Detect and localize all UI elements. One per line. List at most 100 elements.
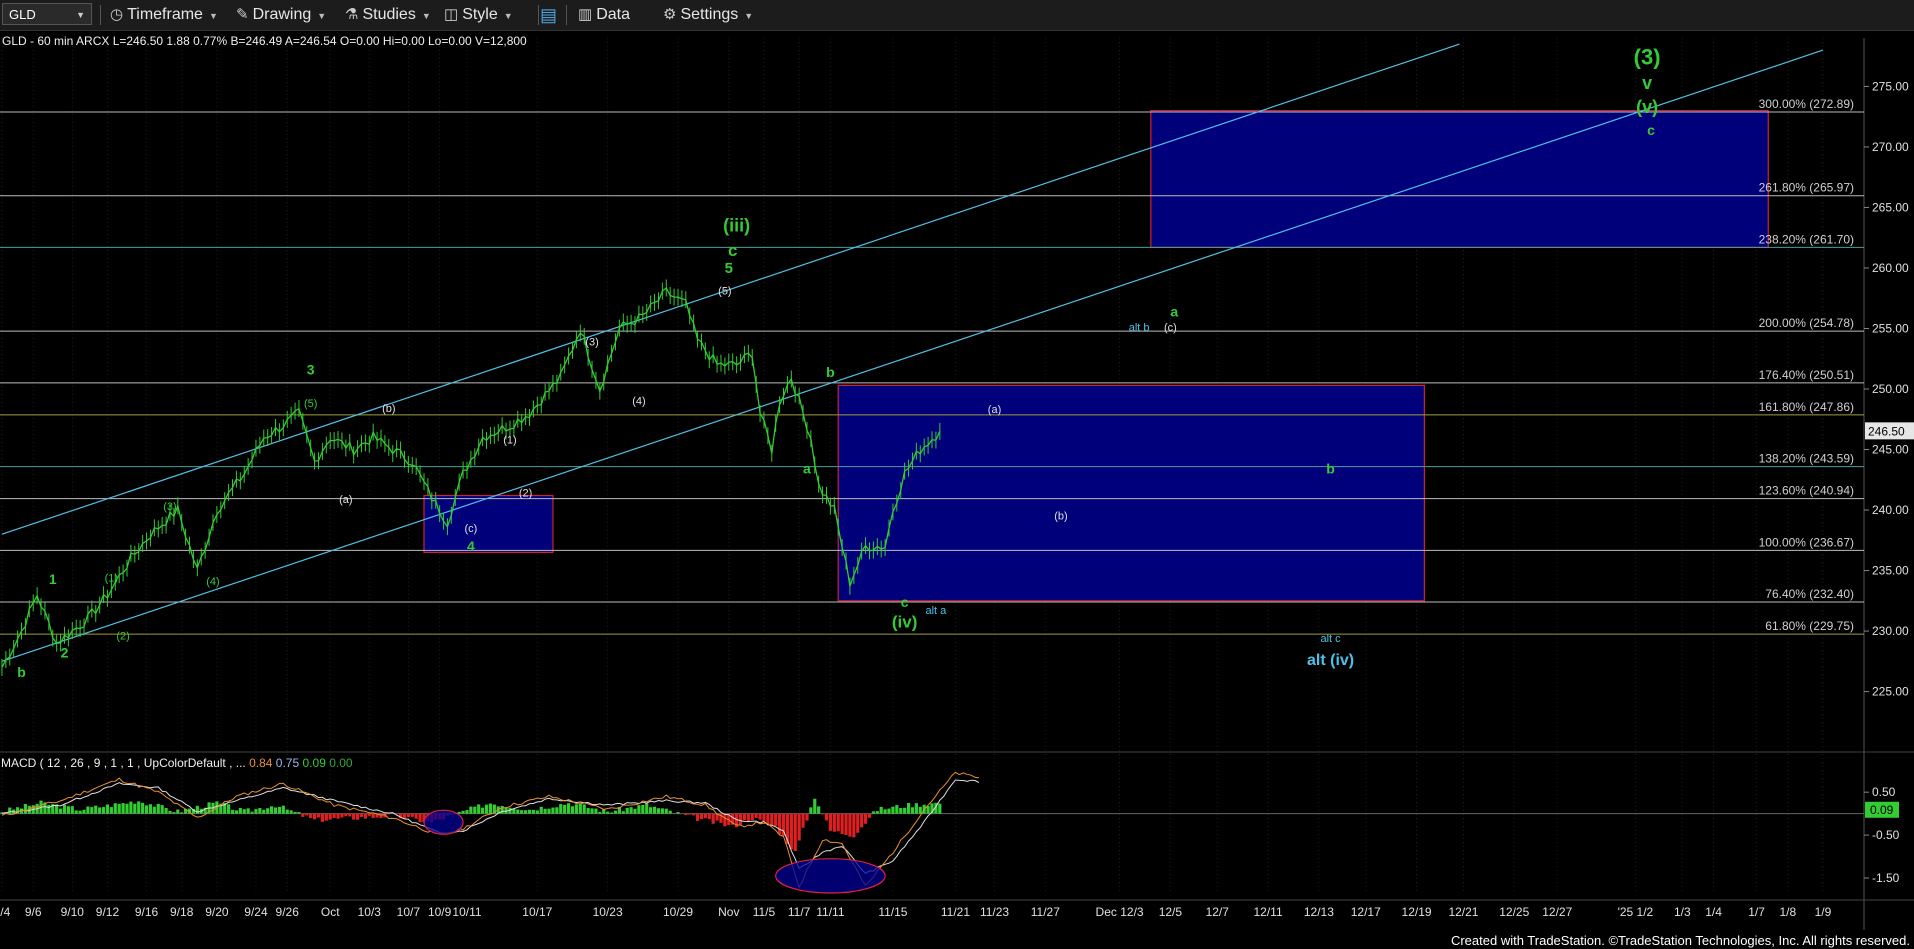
- histogram-bar: [828, 813, 832, 831]
- wave-label: (1): [503, 434, 516, 446]
- x-tick-label: Oct: [321, 905, 340, 919]
- y-tick-label: 270.00: [1872, 140, 1909, 154]
- gear-icon: ⚙: [663, 6, 677, 23]
- histogram-bar: [754, 813, 758, 818]
- histogram-bar: [574, 804, 578, 814]
- histogram-bar: [742, 813, 747, 821]
- histogram-bar: [328, 813, 332, 820]
- toolbar-label: Settings: [680, 6, 739, 23]
- histogram-bar: [289, 810, 293, 814]
- fib-level-label: 261.80% (265.97): [1759, 181, 1854, 195]
- histogram-bar: [371, 813, 375, 819]
- histogram-bar: [789, 813, 793, 850]
- x-tick-label: 11/11: [816, 905, 845, 919]
- toolbar-divider: [100, 5, 101, 25]
- histogram-bar: [8, 807, 12, 814]
- wave-label: 3: [307, 361, 315, 377]
- studies-button[interactable]: ⚗ Studies ▼: [345, 4, 431, 26]
- histogram-bar: [633, 808, 637, 814]
- histogram-bar: [117, 803, 121, 814]
- symbol-selector[interactable]: GLD ▼: [2, 3, 92, 25]
- histogram-bar: [629, 807, 633, 814]
- x-tick-label: 11/15: [878, 905, 907, 919]
- histogram-bar: [281, 805, 285, 814]
- macd-y-tick-label: -0.50: [1872, 828, 1900, 842]
- histogram-bar: [609, 812, 614, 814]
- x-tick-label: 1/7: [1748, 905, 1765, 919]
- timeframe-button[interactable]: ◷ Timeframe ▼: [110, 4, 218, 26]
- fib-level-label: 138.20% (243.59): [1759, 452, 1854, 466]
- x-tick-label: 12/21: [1448, 905, 1478, 919]
- histogram-bar: [594, 808, 598, 814]
- settings-button[interactable]: ⚙ Settings ▼: [663, 4, 753, 26]
- fib-level-label: 123.60% (240.94): [1759, 484, 1854, 498]
- x-tick-label: 10/23: [593, 905, 623, 919]
- chevron-down-icon: ▼: [317, 11, 327, 21]
- histogram-bar: [484, 804, 489, 814]
- histogram-bar: [543, 808, 547, 814]
- histogram-bar: [410, 813, 414, 817]
- histogram-bar: [227, 804, 231, 814]
- y-tick-label: 245.00: [1872, 443, 1909, 457]
- histogram-bar: [621, 811, 625, 814]
- chart-toolbar: GLD ▼ ◷ Timeframe ▼ ✎ Drawing ▼ ⚗ Studies ▼ ◫ Styl…: [0, 0, 1914, 31]
- histogram-bar: [129, 801, 133, 814]
- histogram-bar: [101, 807, 106, 814]
- histogram-bar: [527, 809, 532, 814]
- histogram-bar: [348, 813, 352, 817]
- histogram-bar: [723, 813, 727, 827]
- style-button[interactable]: ◫ Style ▼: [444, 4, 513, 26]
- histogram-bar: [363, 813, 367, 819]
- histogram-bar: [324, 813, 328, 821]
- drawing-button[interactable]: ✎ Drawing ▼: [236, 4, 326, 26]
- histogram-bar: [418, 813, 422, 823]
- histogram-bar: [273, 807, 278, 814]
- histogram-bar: [707, 813, 711, 820]
- histogram-bar: [168, 810, 172, 814]
- wave-label: (4): [632, 396, 645, 408]
- histogram-bar: [895, 805, 899, 814]
- data-button[interactable]: ▥ Data: [578, 4, 630, 26]
- histogram-bar: [516, 809, 520, 814]
- fib-level-label: 200.00% (254.78): [1759, 316, 1854, 330]
- histogram-bar: [461, 810, 465, 814]
- histogram-bar: [66, 806, 70, 814]
- price-chart[interactable]: 300.00% (272.89) 261.80% (265.97) 238.20% …: [0, 30, 1914, 949]
- histogram-bar: [359, 813, 364, 817]
- histogram-bar: [906, 802, 911, 814]
- x-tick-label: 9/20: [205, 905, 229, 919]
- histogram-bar: [926, 806, 930, 814]
- histogram-bar: [758, 813, 762, 820]
- x-tick-label: 10/11: [452, 905, 481, 919]
- histogram-bar: [234, 810, 239, 814]
- histogram-bar: [352, 813, 356, 820]
- histogram-bar: [914, 803, 918, 814]
- wave-label: (b): [1054, 511, 1067, 523]
- wave-label: (3): [163, 501, 176, 513]
- layout-icon[interactable]: ▤: [540, 4, 557, 26]
- histogram-bar: [246, 808, 250, 814]
- divergence-ellipse-nov: [775, 858, 886, 894]
- histogram-bar: [520, 810, 524, 814]
- x-tick-label: 12/19: [1402, 905, 1432, 919]
- fib-level-label: 300.00% (272.89): [1759, 97, 1854, 111]
- histogram-bar: [86, 806, 90, 814]
- histogram-bar: [750, 813, 754, 821]
- histogram-bar: [598, 811, 602, 814]
- histogram-bar: [820, 813, 825, 815]
- target-box-upper: [1150, 110, 1769, 248]
- x-tick-label: 10/9: [428, 905, 452, 919]
- histogram-bar: [285, 809, 289, 814]
- histogram-bar: [879, 806, 883, 814]
- histogram-bar: [570, 806, 575, 814]
- chevron-down-icon: ▼: [76, 10, 85, 20]
- histogram-bar: [809, 807, 813, 814]
- histogram-bar: [891, 806, 895, 814]
- wave-label: (5): [304, 398, 317, 410]
- histogram-bar: [23, 803, 28, 814]
- histogram-bar: [523, 810, 528, 814]
- histogram-bar: [137, 801, 141, 814]
- histogram-bar: [867, 813, 872, 818]
- x-tick-label: 10/29: [663, 905, 693, 919]
- x-tick-label: 11/7: [788, 905, 811, 919]
